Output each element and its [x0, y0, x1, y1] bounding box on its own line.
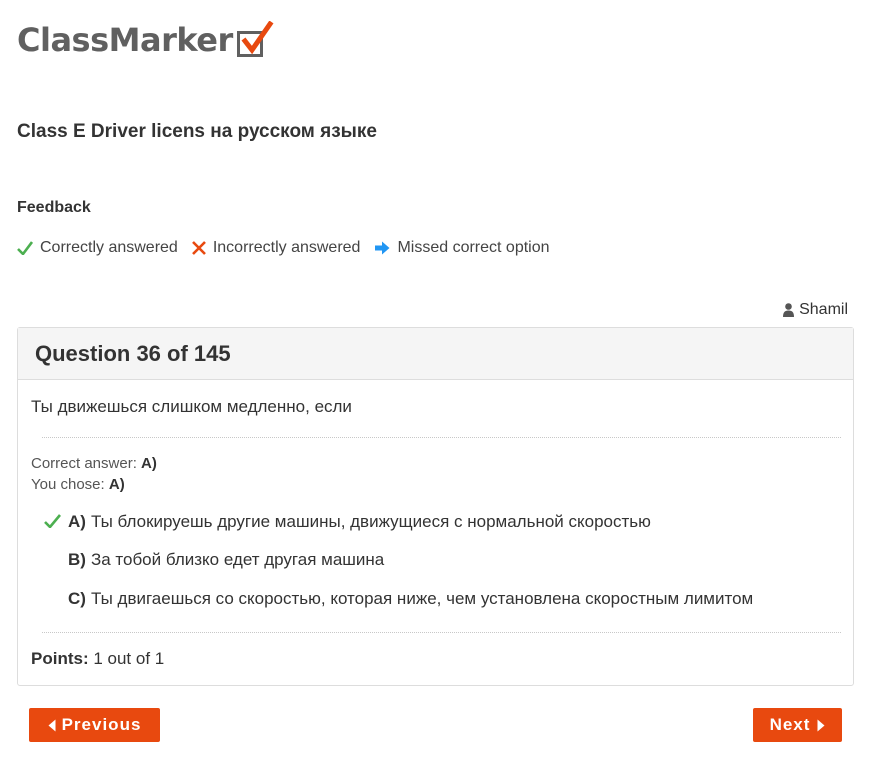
question-header: Question 36 of 145: [18, 328, 853, 380]
points-value: 1 out of 1: [93, 649, 165, 668]
user-info: Shamil: [783, 301, 848, 319]
caret-right-icon: [817, 719, 825, 731]
points-line: Points: 1 out of 1: [31, 649, 164, 669]
option-letter: C): [68, 589, 86, 608]
user-icon: [783, 303, 795, 317]
arrow-right-icon: [375, 241, 390, 255]
logo-checkbox-icon: [236, 21, 274, 57]
feedback-legend: Correctly answered Incorrectly answered …: [17, 239, 564, 257]
correct-answer-label: Correct answer:: [31, 455, 137, 472]
legend-missed: Missed correct option: [374, 239, 550, 257]
caret-left-icon: [48, 719, 56, 731]
check-icon: [44, 514, 61, 528]
you-chose-value: A): [108, 476, 125, 493]
legend-correct: Correctly answered: [17, 239, 178, 257]
you-chose-line: You chose: A): [31, 476, 125, 493]
divider: [42, 437, 841, 438]
answer-option-b: B) За тобой близко едет другая машина: [68, 550, 384, 570]
option-text: Ты блокируешь другие машины, движущиеся …: [90, 512, 651, 531]
question-panel: Question 36 of 145 Ты движешься слишком …: [17, 327, 854, 686]
correct-answer-line: Correct answer: A): [31, 455, 157, 472]
next-button[interactable]: Next: [753, 708, 842, 742]
option-letter: B): [68, 550, 86, 569]
logo-text: ClassMarker: [17, 21, 233, 59]
you-chose-label: You chose:: [31, 476, 105, 493]
answer-option-a: A) Ты блокируешь другие машины, движущие…: [68, 512, 651, 532]
cross-icon: [191, 241, 206, 255]
option-text: За тобой близко едет другая машина: [90, 550, 385, 569]
question-text: Ты движешься слишком медленно, если: [31, 397, 352, 416]
divider: [42, 632, 841, 633]
next-button-label: Next: [769, 715, 811, 734]
answer-option-c: C) Ты двигаешься со скоростью, которая н…: [68, 589, 753, 609]
check-icon: [17, 241, 33, 255]
option-letter: A): [68, 512, 86, 531]
feedback-heading: Feedback: [17, 199, 91, 216]
legend-missed-label: Missed correct option: [397, 239, 550, 256]
points-label: Points:: [31, 649, 89, 668]
legend-correct-label: Correctly answered: [40, 239, 178, 256]
correct-answer-value: A): [141, 455, 157, 472]
quiz-title: Class E Driver licens на русском языке: [17, 121, 377, 142]
option-text: Ты двигаешься со скоростью, которая ниже…: [90, 589, 754, 608]
user-name: Shamil: [799, 301, 848, 318]
previous-button[interactable]: Previous: [29, 708, 160, 742]
previous-button-label: Previous: [61, 715, 142, 734]
legend-incorrect: Incorrectly answered: [191, 239, 361, 257]
classmarker-logo: ClassMarker: [17, 16, 274, 59]
legend-incorrect-label: Incorrectly answered: [212, 239, 361, 256]
question-number: Question 36 of 145: [35, 340, 231, 366]
